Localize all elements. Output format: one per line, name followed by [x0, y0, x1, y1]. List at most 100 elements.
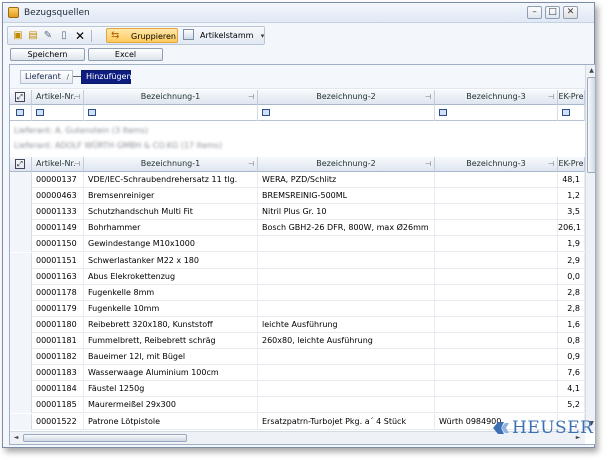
table-row[interactable]: 00001151 Schwerlastanker M22 x 180 2,9 [10, 252, 585, 269]
table-row[interactable]: 00001182 Baueimer 12l, mit Bügel 0,9 [10, 349, 585, 366]
column-header[interactable]: Bezeichnung-2 [258, 157, 435, 172]
table-row[interactable]: 00000137 VDE/IEC-Schraubendrehersatz 11 t… [10, 172, 585, 188]
row-selector-header[interactable]: ⤢ [10, 90, 32, 105]
column-header[interactable]: Bezeichnung-3 [435, 90, 558, 105]
table-cell: 3,5 [558, 204, 585, 221]
table-row[interactable]: 00001163 Abus Elekrokettenzug 0,0 [10, 268, 585, 285]
filter-cell[interactable] [435, 105, 558, 121]
group-row[interactable]: Lieferant: A. Gutenstein (3 Items) [14, 126, 148, 137]
group-chip-label: Lieferant [25, 72, 61, 81]
column-header[interactable]: Bezeichnung-2 [258, 90, 435, 105]
filter-cell[interactable] [84, 105, 258, 121]
save-button[interactable]: Speichern [10, 48, 85, 61]
table-row[interactable]: 00001185 Maurermeißel 29x300 5,2 [10, 397, 585, 414]
article-master-icon[interactable] [183, 29, 194, 40]
row-selector[interactable] [10, 316, 32, 333]
row-selector[interactable] [10, 300, 32, 317]
vertical-scrollbar[interactable]: ▲ ▼ [585, 65, 595, 431]
column-pin-icon[interactable]: ⊣ [74, 90, 80, 104]
minimize-button[interactable]: – [527, 6, 542, 19]
row-selector[interactable] [10, 397, 32, 414]
scroll-left-icon[interactable]: ◄ [11, 433, 21, 443]
row-selector[interactable] [10, 284, 32, 301]
row-selector[interactable] [10, 204, 32, 221]
column-pin-icon[interactable]: ⊣ [248, 157, 254, 171]
column-header[interactable]: Bezeichnung-1 [84, 157, 258, 172]
maximize-button[interactable]: □ [545, 6, 560, 19]
table-cell [435, 268, 558, 285]
column-header[interactable]: Bezeichnung-1 [84, 90, 258, 105]
table-row[interactable]: 00001184 Fäustel 1250g 4,1 [10, 381, 585, 398]
column-pin-icon[interactable]: ⊣ [425, 90, 431, 104]
toolbar-overflow-icon[interactable]: ▾ [259, 29, 266, 44]
row-selector[interactable] [10, 349, 32, 366]
table-row[interactable]: 00001183 Wasserwaage Aluminium 100cm 7,6 [10, 365, 585, 382]
close-button[interactable]: ✕ [563, 6, 578, 19]
table-row[interactable]: 00000463 Bremsenreiniger BREMSREINIG-500ML… [10, 188, 585, 205]
row-selector[interactable] [10, 236, 32, 253]
table-row[interactable]: 00001181 Fummelbrett, Reibebrett schräg 26… [10, 333, 585, 349]
row-selector-header[interactable]: ⤢ [10, 157, 32, 172]
table-cell: 1,9 [558, 236, 585, 253]
table-cell: Fummelbrett, Reibebrett schräg [84, 333, 258, 349]
column-header[interactable]: EK-Pre [558, 90, 585, 105]
filter-cell[interactable] [558, 105, 585, 121]
table-row[interactable]: 00001150 Gewindestange M10x1000 1,9 [10, 236, 585, 253]
table-cell: 7,6 [558, 365, 585, 382]
toolbar: ▣ ▤ ✎ ▯ ✕ ⇆ Gruppieren Artikelstamm ▾ [7, 26, 265, 45]
group-row[interactable]: Lieferant: ADOLF WÜRTH GMBH & CO.KG (17 … [14, 141, 222, 152]
row-selector[interactable] [10, 252, 32, 269]
delete-icon[interactable]: ✕ [74, 30, 86, 42]
filter-icon[interactable] [88, 109, 96, 116]
filter-icon[interactable] [439, 109, 447, 116]
table-row[interactable]: 00001179 Fugenkelle 10mm 2,8 [10, 300, 585, 317]
row-selector[interactable] [10, 413, 32, 430]
column-pin-icon[interactable]: ⊣ [248, 90, 254, 104]
group-chip-lieferant[interactable]: Lieferant / [20, 70, 73, 84]
filter-icon[interactable] [562, 109, 570, 116]
filter-icon[interactable] [16, 109, 24, 116]
article-master-button[interactable]: Artikelstamm [200, 31, 253, 40]
table-row[interactable]: 00001178 Fugenkelle 8mm 2,8 [10, 284, 585, 301]
table-cell: 0,0 [558, 268, 585, 285]
column-pin-icon[interactable]: ⊣ [425, 157, 431, 171]
table-row[interactable]: 00001180 Reibebrett 320x180, Kunststoff le… [10, 316, 585, 333]
table-row[interactable]: 00001133 Schutzhandschuh Multi Fit Nitril … [10, 204, 585, 221]
column-header[interactable]: Bezeichnung-3 [435, 157, 558, 172]
row-selector[interactable] [10, 268, 32, 285]
column-chooser-icon[interactable]: ⤢ [15, 92, 25, 102]
table-cell [435, 220, 558, 237]
row-selector[interactable] [10, 333, 32, 349]
column-pin-icon[interactable]: ⊣ [74, 157, 80, 171]
table-cell [435, 284, 558, 301]
filter-icon[interactable] [262, 109, 270, 116]
column-pin-icon[interactable]: ⊣ [548, 90, 554, 104]
column-header[interactable]: EK-Pre [558, 157, 585, 172]
row-selector[interactable] [10, 188, 32, 205]
column-pin-icon[interactable]: ⊣ [548, 157, 554, 171]
add-group-button[interactable]: Hinzufügen [81, 70, 132, 84]
open-folder-icon[interactable]: ▤ [27, 30, 39, 42]
new-record-icon[interactable]: ▣ [12, 30, 24, 42]
table-cell: 1,6 [558, 316, 585, 333]
table-cell [258, 300, 435, 317]
filter-cell[interactable] [258, 105, 435, 121]
scroll-up-icon[interactable]: ▲ [587, 66, 595, 76]
row-selector[interactable] [10, 365, 32, 382]
filter-cell[interactable] [32, 105, 84, 121]
filter-icon[interactable] [36, 109, 44, 116]
horizontal-scroll-thumb[interactable] [23, 434, 187, 442]
row-selector[interactable] [10, 220, 32, 237]
table-row[interactable]: 00001149 Bohrhammer Bosch GBH2-26 DFR, 800… [10, 220, 585, 237]
vertical-scroll-thumb[interactable] [587, 77, 595, 173]
excel-export-button[interactable]: Excel [88, 48, 163, 61]
row-selector[interactable] [10, 381, 32, 398]
table-cell: Maurermeißel 29x300 [84, 397, 258, 414]
group-button[interactable]: ⇆ Gruppieren [106, 28, 178, 43]
column-chooser-icon[interactable]: ⤢ [15, 159, 25, 169]
blank-document-icon[interactable]: ▯ [58, 30, 70, 42]
edit-icon[interactable]: ✎ [42, 30, 54, 42]
window-title: Bezugsquellen [24, 8, 90, 18]
heuser-logo: HEUSER [492, 417, 593, 439]
row-selector[interactable] [10, 172, 32, 188]
